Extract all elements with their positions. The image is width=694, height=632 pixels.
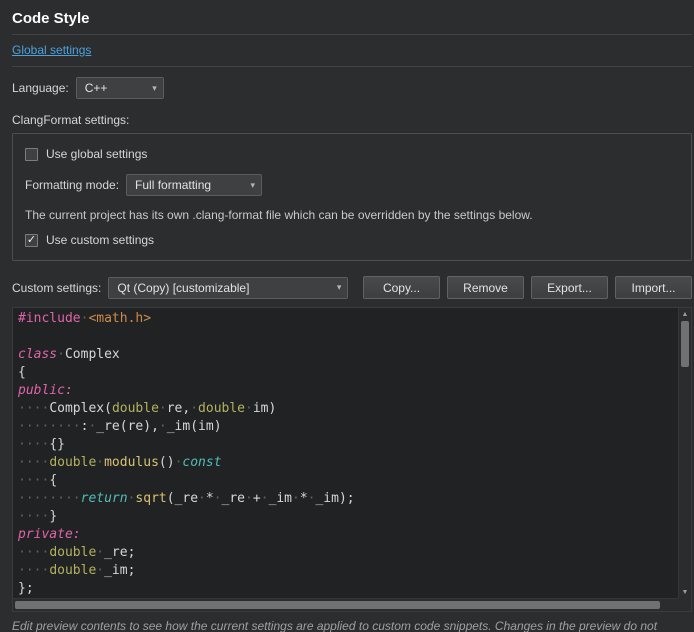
separator <box>12 66 692 67</box>
checkbox-unchecked[interactable] <box>25 148 38 161</box>
code-editor-content[interactable]: #include·<math.h> class·Complex{public:·… <box>13 308 678 598</box>
export-button[interactable]: Export... <box>531 276 608 299</box>
chevron-down-icon: ▾ <box>337 283 342 292</box>
check-icon: ✓ <box>27 235 36 246</box>
clangformat-settings-label: ClangFormat settings: <box>12 113 692 127</box>
clang-format-file-note: The current project has its own .clang-f… <box>25 208 679 222</box>
formatting-mode-row: Formatting mode: Full formatting ▾ <box>25 174 679 196</box>
code-preview-editor[interactable]: #include·<math.h> class·Complex{public:·… <box>12 307 692 612</box>
scroll-down-icon[interactable]: ▼ <box>679 586 691 598</box>
use-custom-settings-checkbox[interactable]: ✓ Use custom settings <box>25 233 679 247</box>
use-global-settings-label: Use global settings <box>46 147 147 161</box>
language-label: Language: <box>12 81 69 95</box>
horizontal-scrollbar[interactable] <box>13 598 678 611</box>
import-button[interactable]: Import... <box>615 276 692 299</box>
separator <box>12 34 692 35</box>
checkbox-checked[interactable]: ✓ <box>25 234 38 247</box>
custom-settings-row: Custom settings: Qt (Copy) [customizable… <box>12 276 692 299</box>
remove-button[interactable]: Remove <box>447 276 524 299</box>
horizontal-scrollbar-thumb[interactable] <box>15 601 660 609</box>
chevron-down-icon: ▾ <box>152 84 157 93</box>
chevron-down-icon: ▾ <box>251 181 256 190</box>
formatting-mode-label: Formatting mode: <box>25 178 119 192</box>
custom-settings-dropdown[interactable]: Qt (Copy) [customizable] ▾ <box>108 277 348 299</box>
global-settings-link[interactable]: Global settings <box>12 43 91 57</box>
custom-settings-value: Qt (Copy) [customizable] <box>117 281 249 295</box>
vertical-scrollbar-track[interactable] <box>679 320 691 586</box>
language-dropdown-value: C++ <box>85 81 108 95</box>
use-global-settings-checkbox[interactable]: Use global settings <box>25 147 679 161</box>
scrollbar-corner <box>678 598 691 611</box>
custom-settings-label: Custom settings: <box>12 281 101 295</box>
language-dropdown[interactable]: C++ ▾ <box>76 77 164 99</box>
footer-note: Edit preview contents to see how the cur… <box>12 619 692 632</box>
code-style-settings-page: Code Style Global settings Language: C++… <box>0 0 694 632</box>
vertical-scrollbar-thumb[interactable] <box>681 321 689 367</box>
copy-button[interactable]: Copy... <box>363 276 440 299</box>
language-row: Language: C++ ▾ <box>12 77 692 99</box>
clangformat-groupbox: Use global settings Formatting mode: Ful… <box>12 133 692 261</box>
use-custom-settings-label: Use custom settings <box>46 233 154 247</box>
formatting-mode-dropdown[interactable]: Full formatting ▾ <box>126 174 262 196</box>
formatting-mode-value: Full formatting <box>135 178 211 192</box>
page-title: Code Style <box>12 10 692 27</box>
scroll-up-icon[interactable]: ▲ <box>679 308 691 320</box>
vertical-scrollbar[interactable]: ▲ ▼ <box>678 308 691 598</box>
